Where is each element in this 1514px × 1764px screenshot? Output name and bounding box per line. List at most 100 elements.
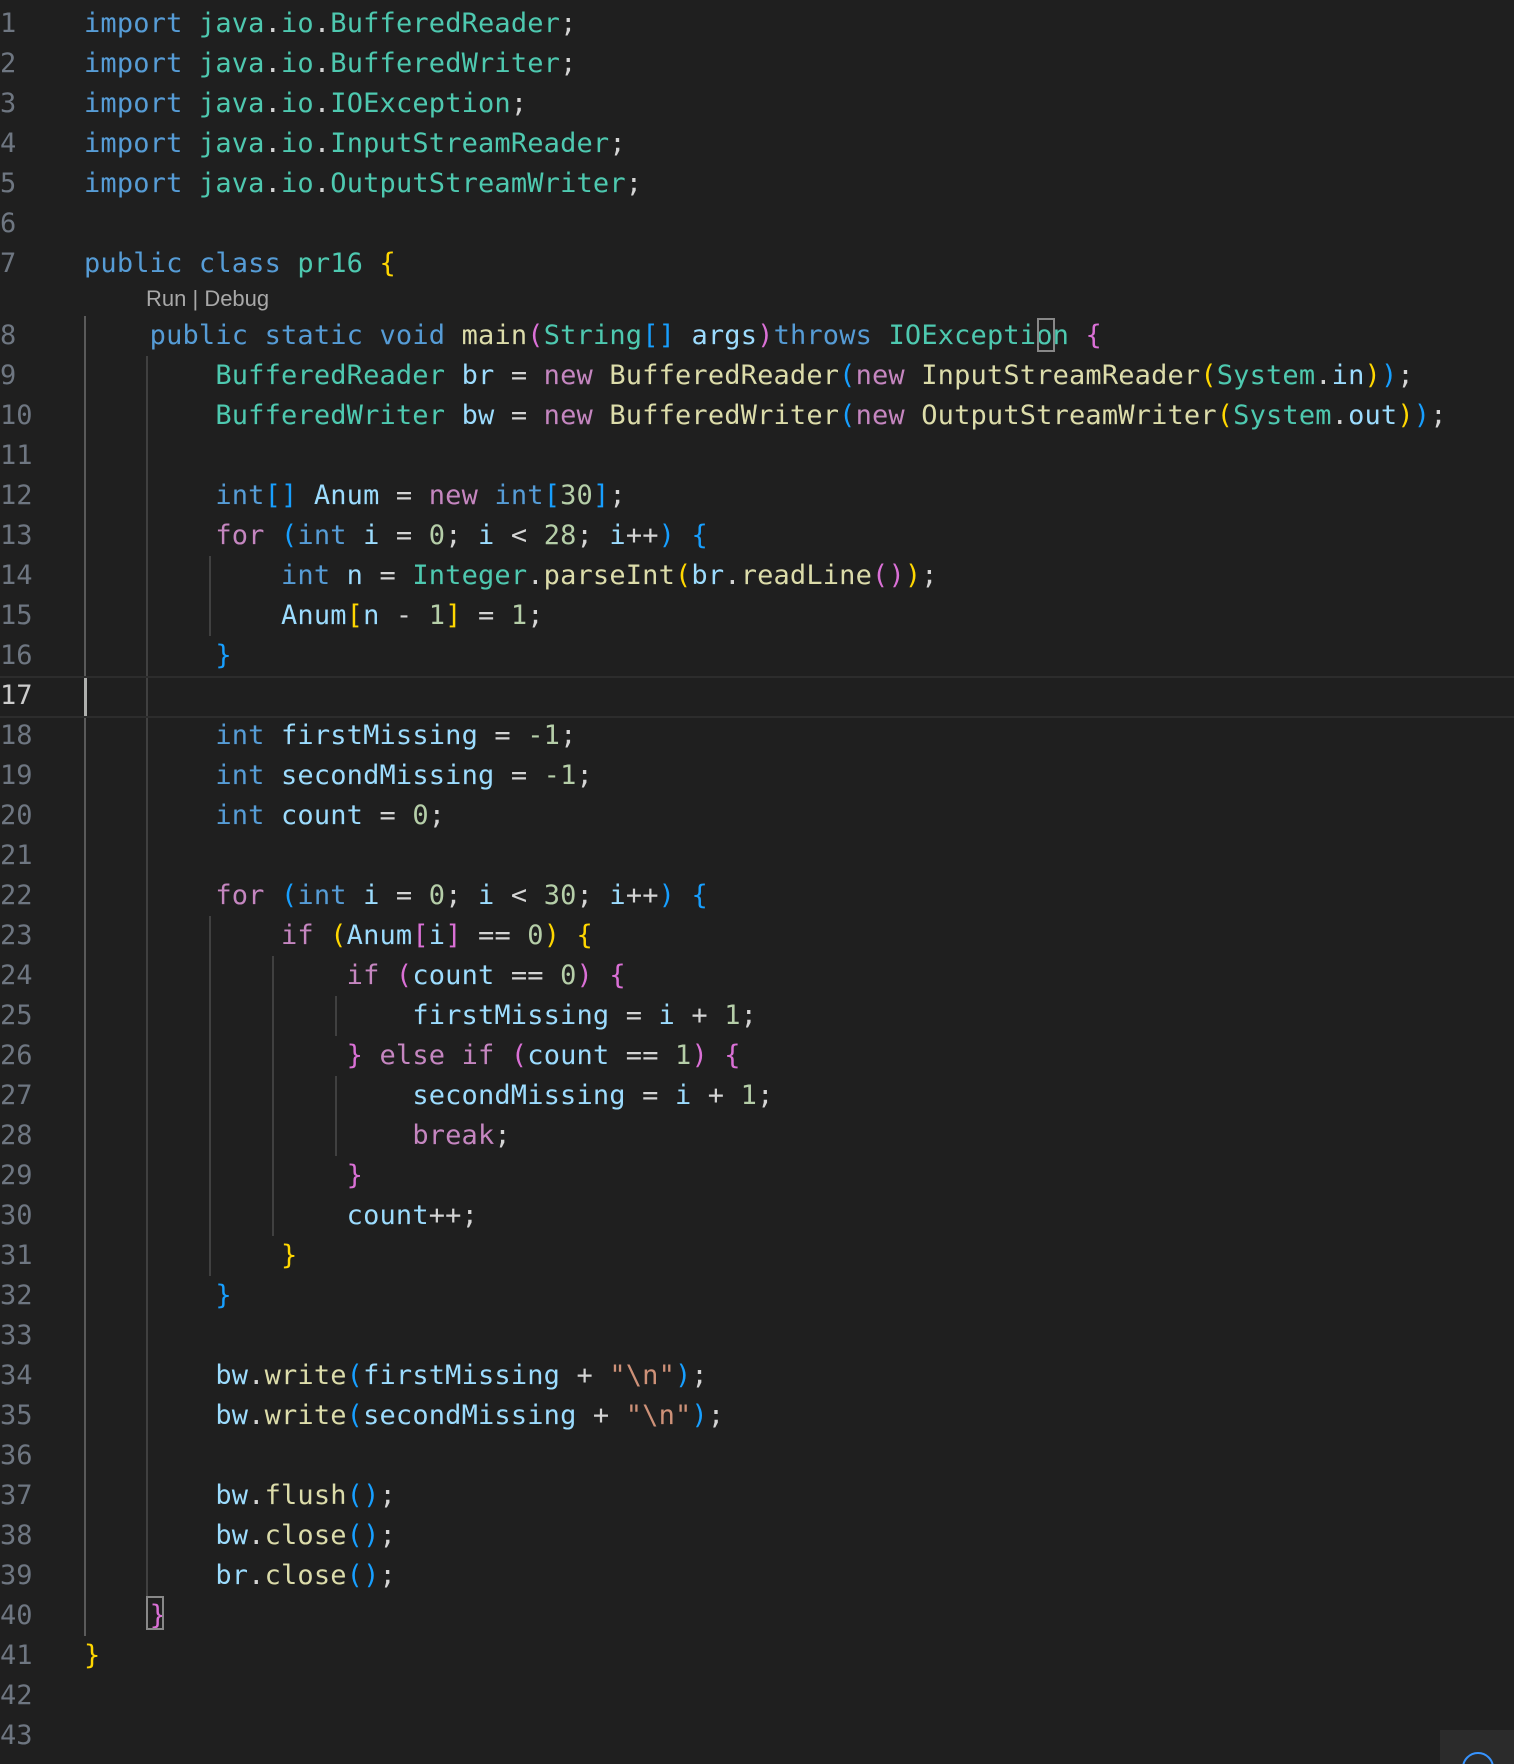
code-line[interactable]: 37 bw.flush();	[0, 1476, 1514, 1516]
line-number: 33	[0, 1320, 33, 1351]
code-editor[interactable]: 1 import java.io.BufferedReader; 2 import j…	[0, 0, 1514, 1764]
code-token: close	[264, 1560, 347, 1591]
line-number: 13	[0, 520, 33, 551]
code-line[interactable]: 28 break;	[0, 1116, 1514, 1156]
code-line[interactable]: 30 count++;	[0, 1196, 1514, 1236]
code-line[interactable]: 8 public static void main(String[] args)…	[0, 316, 1514, 356]
line-content[interactable]: bw.write(secondMissing + "\n");	[84, 1396, 724, 1436]
line-content[interactable]: import java.io.InputStreamReader;	[84, 124, 626, 164]
line-content[interactable]: Anum[n - 1] = 1;	[84, 596, 544, 636]
code-line[interactable]: 13 for (int i = 0; i < 28; i++) {	[0, 516, 1514, 556]
line-content[interactable]: import java.io.BufferedWriter;	[84, 44, 577, 84]
code-line[interactable]: 9 BufferedReader br = new BufferedReader…	[0, 356, 1514, 396]
line-content[interactable]: int firstMissing = -1;	[84, 716, 577, 756]
line-content[interactable]: br.close();	[84, 1556, 396, 1596]
code-line[interactable]: 5 import java.io.OutputStreamWriter;	[0, 164, 1514, 204]
code-line[interactable]: 7 public class pr16 {	[0, 244, 1514, 284]
line-content[interactable]: if (count == 0) {	[84, 956, 626, 996]
code-token: {	[724, 1040, 741, 1071]
line-content[interactable]: public static void main(String[] args)th…	[84, 316, 1102, 356]
line-content[interactable]: int n = Integer.parseInt(br.readLine());	[84, 556, 938, 596]
code-line[interactable]: 43	[0, 1716, 1514, 1756]
code-line[interactable]: 40 }	[0, 1596, 1514, 1636]
code-line[interactable]: 20 int count = 0;	[0, 796, 1514, 836]
line-content[interactable]: }	[84, 1636, 100, 1676]
line-content[interactable]: int secondMissing = -1;	[84, 756, 593, 796]
line-content[interactable]: }	[84, 636, 232, 676]
code-line[interactable]: 34 bw.write(firstMissing + "\n");	[0, 1356, 1514, 1396]
code-line[interactable]: 23 if (Anum[i] == 0) {	[0, 916, 1514, 956]
code-line[interactable]: 38 bw.close();	[0, 1516, 1514, 1556]
code-line[interactable]: 29 }	[0, 1156, 1514, 1196]
code-line[interactable]: 16 }	[0, 636, 1514, 676]
code-line[interactable]: 10 BufferedWriter bw = new BufferedWrite…	[0, 396, 1514, 436]
line-content[interactable]: import java.io.OutputStreamWriter;	[84, 164, 642, 204]
notification-icon[interactable]	[1462, 1752, 1494, 1764]
line-content[interactable]: }	[84, 1156, 363, 1196]
line-number: 1	[0, 8, 17, 39]
code-line[interactable]: 6	[0, 204, 1514, 244]
line-content[interactable]: if (Anum[i] == 0) {	[84, 916, 593, 956]
code-line[interactable]: 42	[0, 1676, 1514, 1716]
code-token: int	[297, 880, 347, 911]
codelens-run-link[interactable]: Run	[146, 286, 186, 311]
line-content[interactable]: }	[84, 1236, 297, 1276]
code-line[interactable]: 41}	[0, 1636, 1514, 1676]
line-content[interactable]: import java.io.BufferedReader;	[84, 4, 577, 44]
line-content[interactable]: int[] Anum = new int[30];	[84, 476, 626, 516]
code-line[interactable]: 3 import java.io.IOException;	[0, 84, 1514, 124]
codelens-separator: |	[186, 286, 205, 311]
line-content[interactable]: bw.close();	[84, 1516, 396, 1556]
line-content[interactable]: for (int i = 0; i < 28; i++) {	[84, 516, 708, 556]
code-token: []	[642, 320, 676, 351]
line-content[interactable]: BufferedReader br = new BufferedReader(n…	[84, 356, 1414, 396]
code-line[interactable]: 14 int n = Integer.parseInt(br.readLine(…	[0, 556, 1514, 596]
line-content[interactable]: BufferedWriter bw = new BufferedWriter(n…	[84, 396, 1447, 436]
code-line[interactable]: 22 for (int i = 0; i < 30; i++) {	[0, 876, 1514, 916]
code-line[interactable]: 26 } else if (count == 1) {	[0, 1036, 1514, 1076]
code-token: io	[281, 128, 314, 159]
line-content[interactable]: for (int i = 0; i < 30; i++) {	[84, 876, 708, 916]
status-corner-widget[interactable]	[1440, 1730, 1514, 1764]
code-line[interactable]: 32 }	[0, 1276, 1514, 1316]
code-line[interactable]: 11	[0, 436, 1514, 476]
code-line[interactable]: 19 int secondMissing = -1;	[0, 756, 1514, 796]
code-line[interactable]: 33	[0, 1316, 1514, 1356]
codelens-debug-link[interactable]: Debug	[204, 286, 269, 311]
line-content[interactable]: break;	[84, 1116, 511, 1156]
code-line[interactable]: 21	[0, 836, 1514, 876]
line-content[interactable]: } else if (count == 1) {	[84, 1036, 741, 1076]
line-content[interactable]: bw.flush();	[84, 1476, 396, 1516]
line-content[interactable]: public class pr16 {	[84, 244, 396, 284]
code-line[interactable]: 31 }	[0, 1236, 1514, 1276]
code-line[interactable]: 27 secondMissing = i + 1;	[0, 1076, 1514, 1116]
line-content[interactable]: bw.write(firstMissing + "\n");	[84, 1356, 708, 1396]
line-content[interactable]: secondMissing = i + 1;	[84, 1076, 773, 1116]
code-token: (	[346, 1520, 364, 1551]
code-line[interactable]: 25 firstMissing = i + 1;	[0, 996, 1514, 1036]
code-line[interactable]: 39 br.close();	[0, 1556, 1514, 1596]
code-token: 1	[510, 600, 528, 631]
line-content[interactable]: firstMissing = i + 1;	[84, 996, 757, 1036]
line-content[interactable]: }	[84, 1276, 232, 1316]
code-line[interactable]: 35 bw.write(secondMissing + "\n");	[0, 1396, 1514, 1436]
code-line[interactable]: 2 import java.io.BufferedWriter;	[0, 44, 1514, 84]
line-content[interactable]: int count = 0;	[84, 796, 445, 836]
code-line[interactable]: 1 import java.io.BufferedReader;	[0, 4, 1514, 44]
code-line[interactable]: 24 if (count == 0) {	[0, 956, 1514, 996]
code-token: firstMissing	[281, 720, 478, 751]
line-content[interactable]: count++;	[84, 1196, 478, 1236]
code-line[interactable]: 36	[0, 1436, 1514, 1476]
line-content[interactable]: import java.io.IOException;	[84, 84, 527, 124]
code-token: }	[215, 640, 232, 671]
code-line[interactable]: 15 Anum[n - 1] = 1;	[0, 596, 1514, 636]
code-line[interactable]: 17	[0, 676, 1514, 718]
code-line[interactable]: 4 import java.io.InputStreamReader;	[0, 124, 1514, 164]
code-line[interactable]: 12 int[] Anum = new int[30];	[0, 476, 1514, 516]
code-line[interactable]: 18 int firstMissing = -1;	[0, 716, 1514, 756]
code-token: []	[264, 480, 298, 511]
